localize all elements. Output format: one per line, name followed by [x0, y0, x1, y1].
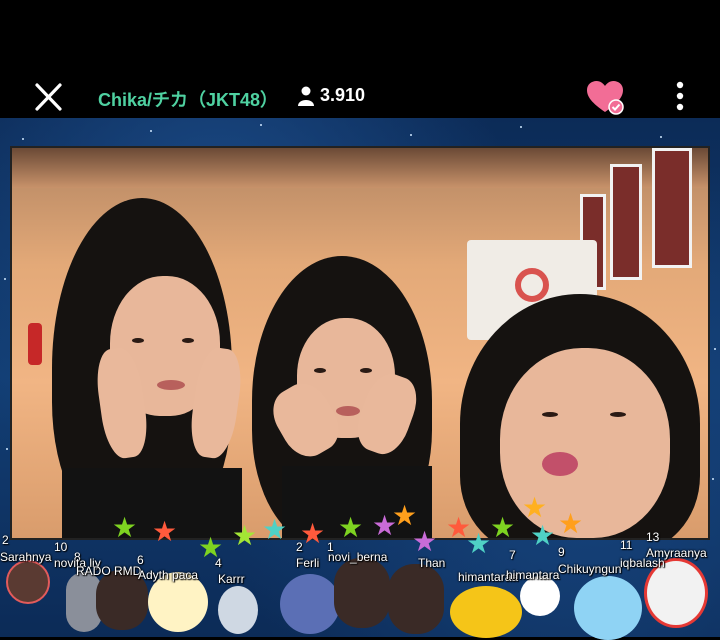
star-gift-icon: ★: [112, 512, 138, 543]
gift-count: 9: [558, 545, 565, 559]
gift-username: Adyth paca: [138, 568, 199, 582]
star-gift-icon: ★: [490, 512, 516, 543]
star-gift-icon: ★: [466, 528, 492, 559]
gift-username: Than: [418, 556, 446, 570]
star-gift-icon: ★: [338, 512, 364, 543]
wall-poster: [610, 164, 642, 280]
gift-count: 4: [215, 556, 222, 570]
user-avatar[interactable]: [520, 576, 560, 616]
favorite-button[interactable]: [586, 80, 626, 116]
gift-username: himantara: [506, 568, 560, 582]
gift-username: Amyraanya: [646, 546, 707, 560]
gift-count: 13: [646, 530, 660, 544]
gift-overlay: ★ ★ ★ ★ ★ ★ ★ ★ ★ ★ ★ ★ ★ ★ ★ ★ ★ 2 10 8…: [0, 494, 720, 640]
user-avatar[interactable]: [334, 558, 390, 628]
person-icon: [298, 86, 314, 106]
star-gift-icon: ★: [522, 492, 548, 523]
gift-count: 11: [620, 538, 633, 552]
star-gift-icon: ★: [530, 520, 556, 551]
user-avatar[interactable]: [218, 586, 258, 634]
room-title: Chika/チカ（JKT48）: [98, 90, 279, 110]
close-icon: [35, 83, 62, 111]
live-header: Chika/チカ（JKT48） 3.910: [0, 66, 720, 126]
gift-count: 10: [54, 540, 68, 554]
more-vertical-icon: [676, 81, 684, 111]
star-gift-icon: ★: [412, 526, 438, 557]
live-video-feed[interactable]: [10, 146, 710, 540]
gift-username: Karrr: [218, 572, 245, 586]
gift-username: Sarahnya: [0, 550, 52, 564]
user-avatar[interactable]: [6, 560, 50, 604]
gift-username: Ferli: [296, 556, 320, 570]
user-avatar[interactable]: [574, 576, 642, 640]
gift-username: novi_berna: [328, 550, 388, 564]
star-gift-icon: ★: [262, 514, 288, 545]
fire-extinguisher: [28, 323, 42, 365]
viewer-count: 3.910: [298, 85, 365, 106]
heart-check-icon: [587, 81, 624, 115]
user-avatar[interactable]: [450, 586, 522, 638]
gift-count: 2: [2, 533, 9, 547]
gift-username: Chikuyngun: [558, 562, 622, 576]
star-gift-icon: ★: [300, 518, 326, 549]
star-gift-icon: ★: [232, 520, 258, 551]
gift-count: 2: [296, 540, 303, 554]
gift-username: RADO RMD: [76, 564, 142, 578]
more-options-button[interactable]: [668, 80, 692, 114]
user-avatar[interactable]: [388, 564, 444, 634]
star-gift-icon: ★: [152, 516, 178, 547]
viewer-count-value: 3.910: [320, 85, 366, 105]
close-button[interactable]: [30, 81, 66, 113]
wall-poster: [652, 148, 692, 268]
user-avatar[interactable]: [280, 574, 340, 634]
star-gift-icon: ★: [558, 508, 584, 539]
gift-count: 7: [509, 548, 516, 562]
